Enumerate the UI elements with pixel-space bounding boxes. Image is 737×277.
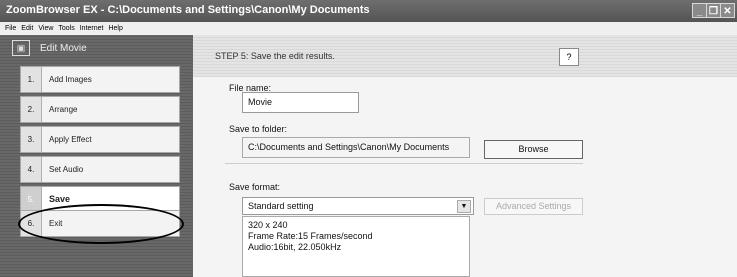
sidebar-header: ▣ Edit Movie [0, 35, 193, 61]
info-frame-rate: Frame Rate:15 Frames/second [248, 231, 373, 241]
menu-internet[interactable]: Internet [80, 25, 104, 32]
info-audio: Audio:16bit, 22.050kHz [248, 242, 342, 252]
step-number: 2. [21, 97, 42, 122]
menu-edit[interactable]: Edit [21, 25, 33, 32]
help-button[interactable]: ? [559, 48, 579, 66]
menu-help[interactable]: Help [108, 25, 122, 32]
title-bar: ZoomBrowser EX - C:\Documents and Settin… [0, 0, 737, 22]
step-set-audio[interactable]: 4. Set Audio [20, 156, 180, 183]
chevron-down-icon[interactable]: ▼ [457, 200, 471, 213]
minimize-button[interactable]: _ [692, 3, 707, 18]
step-apply-effect[interactable]: 3. Apply Effect [20, 126, 180, 153]
step-add-images[interactable]: 1. Add Images [20, 66, 180, 93]
menu-view[interactable]: View [38, 25, 53, 32]
format-info-box: 320 x 240 Frame Rate:15 Frames/second Au… [242, 216, 470, 277]
save-format-label: Save format: [229, 182, 281, 192]
divider [225, 163, 583, 164]
window-title: ZoomBrowser EX - C:\Documents and Settin… [6, 4, 370, 16]
info-resolution: 320 x 240 [248, 220, 288, 230]
menu-file[interactable]: File [5, 25, 16, 32]
browse-button[interactable]: Browse [484, 140, 583, 159]
save-format-value: Standard setting [248, 201, 314, 211]
highlight-ellipse [18, 204, 184, 244]
step-number: 3. [21, 127, 42, 152]
step-number: 5. [21, 187, 42, 212]
step-label: Apply Effect [49, 135, 92, 144]
restore-button[interactable]: ❐ [706, 3, 721, 18]
sidebar-title: Edit Movie [40, 43, 87, 54]
step-header: STEP 5: Save the edit results. ? [193, 35, 737, 77]
close-button[interactable]: ✕ [720, 3, 735, 18]
step-label: Add Images [49, 75, 92, 84]
save-folder-field: C:\Documents and Settings\Canon\My Docum… [242, 137, 470, 158]
advanced-settings-button[interactable]: Advanced Settings [484, 198, 583, 215]
step-number: 1. [21, 67, 42, 92]
movie-edit-icon: ▣ [12, 40, 30, 56]
step-arrange[interactable]: 2. Arrange [20, 96, 180, 123]
step-title: STEP 5: Save the edit results. [215, 51, 335, 61]
step-label: Set Audio [49, 165, 84, 174]
file-name-input[interactable]: Movie [242, 92, 359, 113]
menu-tools[interactable]: Tools [58, 25, 74, 32]
step-number: 4. [21, 157, 42, 182]
save-format-select[interactable]: Standard setting ▼ [242, 197, 474, 215]
save-folder-label: Save to folder: [229, 124, 288, 134]
step-label: Arrange [49, 105, 78, 114]
menu-bar: File Edit View Tools Internet Help [0, 22, 737, 35]
